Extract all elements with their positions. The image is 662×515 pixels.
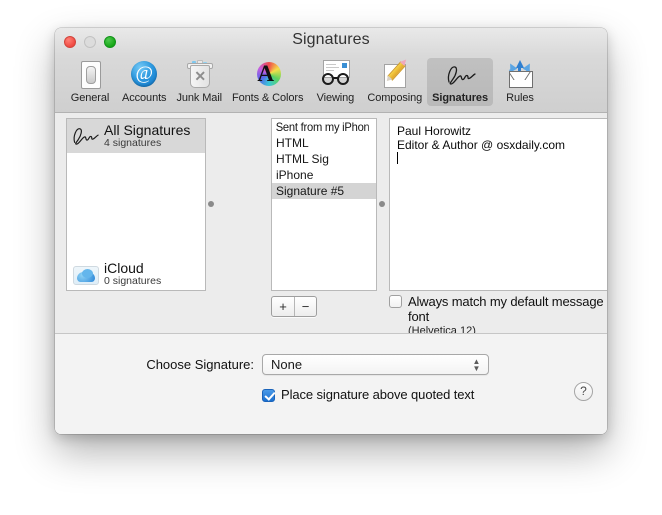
signature-line-2: Editor & Author @ osxdaily.com xyxy=(397,137,566,152)
at-sign-icon: @ xyxy=(128,60,160,91)
toolbar-label-composing: Composing xyxy=(367,92,423,104)
signature-list-item[interactable]: iPhone xyxy=(272,167,376,183)
place-signature-label: Place signature above quoted text xyxy=(281,387,475,402)
remove-signature-button[interactable]: − xyxy=(294,297,316,316)
signature-list-pane[interactable]: Sent from my iPhone HTML HTML Sig iPhone… xyxy=(271,118,377,291)
signature-line-1: Paul Horowitz xyxy=(397,124,472,138)
split-handle-right[interactable] xyxy=(379,201,385,207)
toolbar-item-accounts[interactable]: @ Accounts xyxy=(117,58,171,106)
text-caret xyxy=(397,152,398,164)
account-count-icloud: 0 signatures xyxy=(104,274,162,287)
toolbar-item-fonts-colors[interactable]: A Fonts & Colors xyxy=(227,58,308,106)
signature-list-item[interactable]: HTML Sig xyxy=(272,151,376,167)
help-button[interactable]: ? xyxy=(574,382,593,401)
account-count-all-signatures: 4 signatures xyxy=(104,136,162,149)
account-text-block: iCloud 0 signatures xyxy=(104,261,161,287)
signature-list-item[interactable]: Sent from my iPhone xyxy=(272,119,369,135)
account-row-all-signatures[interactable]: All Signatures 4 signatures xyxy=(67,119,205,153)
toolbar-label-rules: Rules xyxy=(506,92,534,104)
match-default-font-text-block: Always match my default message font (He… xyxy=(408,294,607,337)
accounts-list-pane[interactable]: All Signatures 4 signatures iCloud 0 sig… xyxy=(66,118,206,291)
choose-signature-value: None xyxy=(271,357,303,372)
preferences-content: All Signatures 4 signatures iCloud 0 sig… xyxy=(55,113,607,434)
toolbar-label-signatures: Signatures xyxy=(432,92,488,104)
match-default-font-checkbox[interactable] xyxy=(389,295,402,308)
account-text-block: All Signatures 4 signatures xyxy=(104,123,190,149)
account-row-icloud[interactable]: iCloud 0 signatures xyxy=(67,257,205,290)
signature-list-item-selected[interactable]: Signature #5 xyxy=(272,183,376,199)
account-name-icloud: iCloud xyxy=(104,260,144,277)
general-switch-icon xyxy=(74,60,106,91)
signature-assignment-section: Choose Signature: None ▲ ▼ Place signatur… xyxy=(55,334,607,434)
choose-signature-label: Choose Signature: xyxy=(146,357,254,372)
toolbar-item-composing[interactable]: Composing xyxy=(362,58,427,106)
desktop-background: Signatures General @ Accounts ✕ Junk Mai… xyxy=(0,0,662,515)
signature-editor-text[interactable]: Paul Horowitz Editor & Author @ osxdaily.… xyxy=(390,119,607,172)
match-default-font-label: Always match my default message font xyxy=(408,294,604,324)
font-color-wheel-icon: A xyxy=(252,60,284,91)
toolbar-item-general[interactable]: General xyxy=(63,58,117,106)
signature-add-remove-control[interactable]: + − xyxy=(271,296,317,317)
add-signature-button[interactable]: + xyxy=(272,297,294,316)
toolbar-label-fonts-colors: Fonts & Colors xyxy=(232,92,304,104)
signature-editor-pane[interactable]: Paul Horowitz Editor & Author @ osxdaily.… xyxy=(389,118,607,291)
toolbar-label-junk-mail: Junk Mail xyxy=(176,92,223,104)
toolbar-label-accounts: Accounts xyxy=(122,92,167,104)
place-signature-checkbox[interactable] xyxy=(262,388,275,402)
choose-signature-row: Choose Signature: None ▲ ▼ xyxy=(55,354,607,375)
signatures-preferences-window: Signatures General @ Accounts ✕ Junk Mai… xyxy=(55,28,607,434)
chevron-updown-icon: ▲ ▼ xyxy=(472,357,481,373)
toolbar-item-viewing[interactable]: Viewing xyxy=(308,58,362,106)
toolbar-item-rules[interactable]: Rules xyxy=(493,58,547,106)
match-default-font-group[interactable]: Always match my default message font (He… xyxy=(389,294,607,337)
choose-signature-dropdown[interactable]: None ▲ ▼ xyxy=(262,354,489,375)
toolbar-item-junk-mail[interactable]: ✕ Junk Mail xyxy=(171,58,227,106)
signatures-editor-area: All Signatures 4 signatures iCloud 0 sig… xyxy=(55,113,607,337)
envelope-arrows-icon xyxy=(504,60,536,91)
preferences-toolbar: General @ Accounts ✕ Junk Mail A Fonts &… xyxy=(55,56,607,113)
trash-can-icon: ✕ xyxy=(183,60,215,91)
window-title: Signatures xyxy=(292,31,370,48)
toolbar-label-viewing: Viewing xyxy=(316,92,355,104)
split-handle-left[interactable] xyxy=(208,201,214,207)
handwritten-signature-icon xyxy=(71,122,99,150)
accounts-empty-space xyxy=(67,153,205,257)
place-signature-row: Place signature above quoted text xyxy=(55,387,607,402)
handwritten-signature-icon xyxy=(444,60,476,91)
window-titlebar[interactable]: Signatures xyxy=(55,28,607,56)
icloud-icon xyxy=(71,260,99,288)
account-name-all-signatures: All Signatures xyxy=(104,122,191,139)
eyeglasses-icon xyxy=(319,60,351,91)
toolbar-label-general: General xyxy=(70,92,110,104)
toolbar-item-signatures[interactable]: Signatures xyxy=(427,58,493,106)
pencil-paper-icon xyxy=(379,60,411,91)
signature-list-item[interactable]: HTML xyxy=(272,135,376,151)
